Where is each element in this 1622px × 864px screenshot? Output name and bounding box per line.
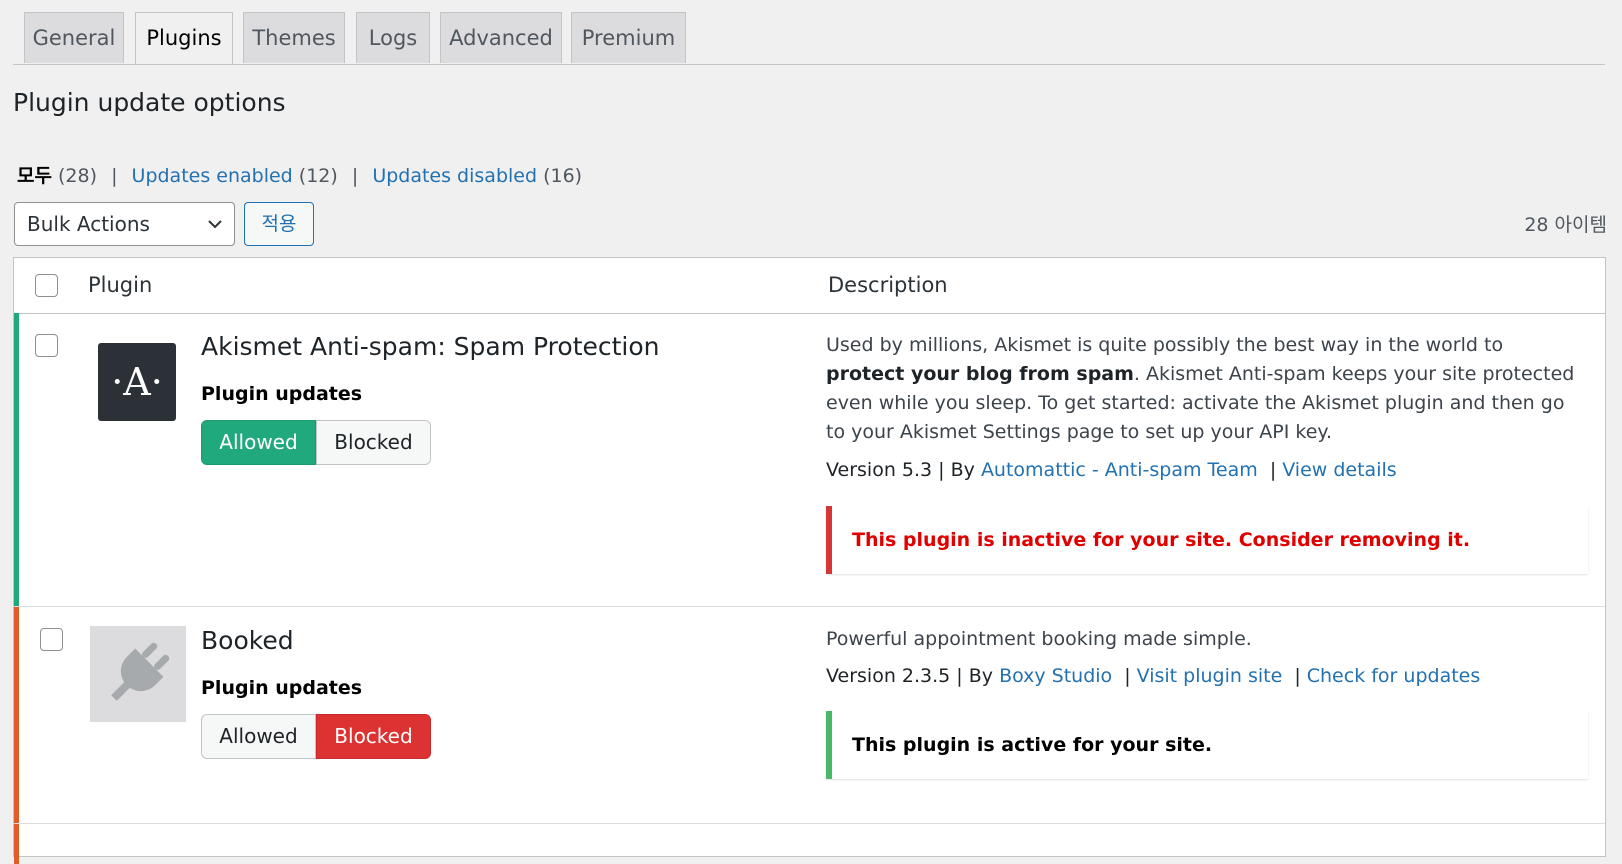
items-count: 28 아이템: [1524, 214, 1607, 236]
table-row: Booked Plugin updates Allowed Blocked Po…: [14, 607, 1605, 824]
meta-separator: |: [1269, 459, 1277, 481]
plugin-meta: Version 2.3.5 | By Boxy Studio | Visit pl…: [826, 665, 1480, 687]
author-link[interactable]: Boxy Studio: [999, 665, 1112, 687]
version-text: Version 2.3.5 | By: [826, 665, 994, 687]
plugin-updates-toggle: Allowed Blocked: [201, 420, 431, 465]
table-row: ·A· Akismet Anti-spam: Spam Protection P…: [14, 313, 1605, 607]
meta-separator: |: [1124, 665, 1131, 687]
filter-enabled-count: (12): [298, 165, 338, 187]
akismet-logo-letter: ·A·: [111, 360, 163, 404]
filter-disabled-count: (16): [543, 165, 583, 187]
description-emphasis: protect your blog from spam: [826, 363, 1134, 385]
visit-plugin-site-link[interactable]: Visit plugin site: [1137, 665, 1283, 687]
tab-logs[interactable]: Logs: [356, 12, 430, 63]
plugin-description: Powerful appointment booking made simple…: [826, 628, 1252, 650]
filter-all-count: (28): [58, 165, 98, 187]
tab-plugins[interactable]: Plugins: [135, 12, 233, 64]
row-checkbox[interactable]: [35, 334, 58, 357]
row-checkbox[interactable]: [40, 628, 63, 651]
tab-general[interactable]: General: [24, 12, 124, 63]
plugin-updates-toggle: Allowed Blocked: [201, 714, 431, 759]
filter-separator: |: [111, 165, 118, 187]
filter-all[interactable]: 모두: [17, 165, 52, 187]
select-all-checkbox[interactable]: [35, 274, 58, 297]
active-notice: This plugin is active for your site.: [826, 711, 1588, 779]
meta-separator: |: [1294, 665, 1301, 687]
column-plugin[interactable]: Plugin: [88, 273, 152, 297]
plug-icon-graphic: [111, 642, 170, 701]
allowed-button[interactable]: Allowed: [201, 420, 316, 465]
apply-button[interactable]: 적용: [244, 202, 314, 246]
plugin-meta: Version 5.3 | By Automattic - Anti-spam …: [826, 459, 1397, 481]
filter-separator: |: [351, 165, 359, 187]
column-description[interactable]: Description: [828, 273, 948, 297]
plugin-updates-label: Plugin updates: [201, 677, 363, 699]
blocked-button[interactable]: Blocked: [316, 420, 431, 465]
plugin-updates-label: Plugin updates: [201, 383, 363, 405]
description-text: Used by millions, Akismet is quite possi…: [826, 334, 1504, 356]
bulk-actions-value: Bulk Actions: [27, 212, 150, 236]
blocked-button[interactable]: Blocked: [316, 714, 431, 759]
page-title: Plugin update options: [13, 88, 286, 117]
tab-premium[interactable]: Premium: [571, 12, 686, 63]
plugin-name: Akismet Anti-spam: Spam Protection: [201, 332, 660, 361]
tab-themes[interactable]: Themes: [243, 12, 345, 63]
bulk-actions-select[interactable]: Bulk Actions: [14, 202, 235, 246]
plugin-description: Used by millions, Akismet is quite possi…: [826, 331, 1586, 447]
tab-advanced[interactable]: Advanced: [440, 12, 562, 63]
plugins-table: Plugin Description ·A· Akismet Anti-spam…: [13, 257, 1606, 864]
inactive-notice: This plugin is inactive for your site. C…: [826, 506, 1588, 574]
view-details-link[interactable]: View details: [1282, 459, 1396, 481]
status-strip: [14, 313, 19, 606]
status-strip: [14, 824, 19, 864]
check-for-updates-link[interactable]: Check for updates: [1307, 665, 1481, 687]
table-header: Plugin Description: [14, 258, 1605, 314]
filter-updates-enabled[interactable]: Updates enabled: [132, 165, 293, 187]
filter-updates-disabled[interactable]: Updates disabled: [372, 165, 537, 187]
akismet-logo: ·A·: [98, 343, 176, 421]
plugin-name: Booked: [201, 626, 294, 655]
filter-links: 모두 (28) | Updates enabled (12) | Updates…: [17, 161, 582, 188]
version-text: Version 5.3 | By: [826, 459, 975, 481]
status-strip: [14, 607, 19, 823]
settings-tabs: General Plugins Themes Logs Advanced Pre…: [13, 12, 1605, 65]
allowed-button[interactable]: Allowed: [201, 714, 316, 759]
plug-icon: [90, 626, 186, 722]
author-link[interactable]: Automattic - Anti-spam Team: [981, 459, 1258, 481]
chevron-down-icon: [208, 220, 222, 229]
table-row: [14, 824, 1605, 864]
